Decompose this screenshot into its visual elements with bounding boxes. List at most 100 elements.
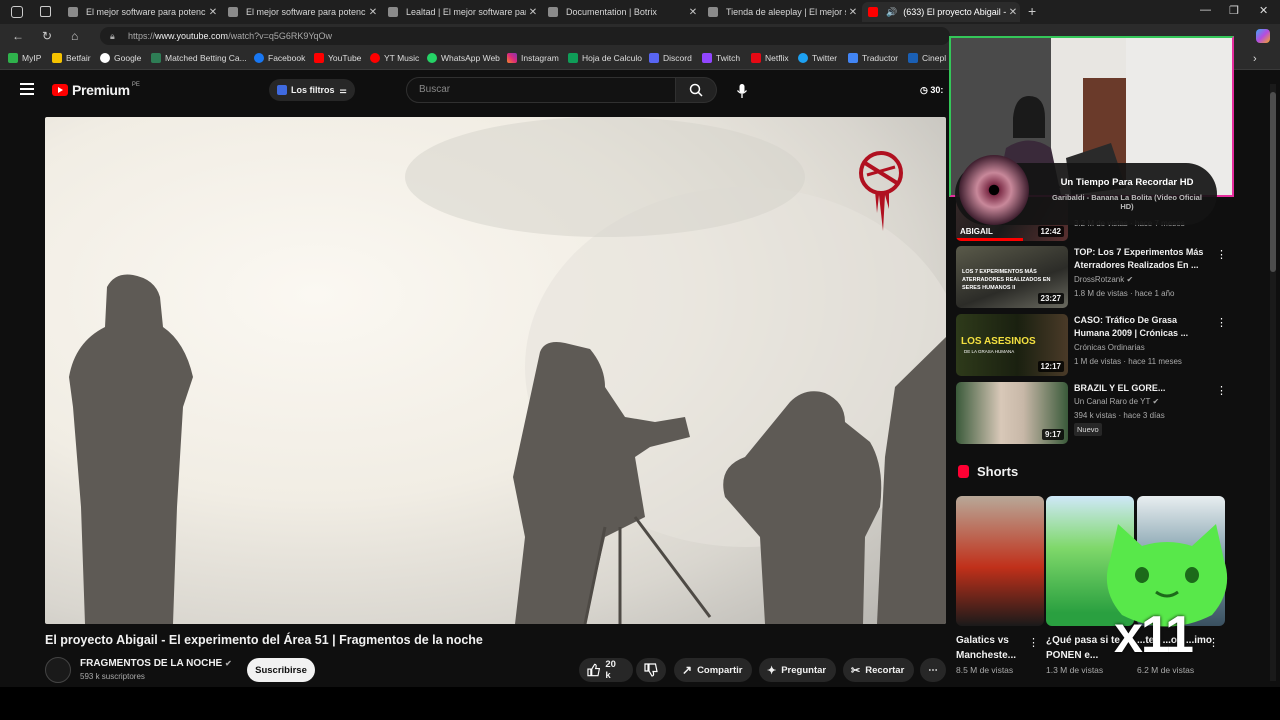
- bookmark-myip[interactable]: MyIP: [8, 53, 41, 63]
- bookmark-youtube[interactable]: YouTube: [314, 53, 361, 63]
- voice-search-button[interactable]: [730, 79, 754, 103]
- channel-name[interactable]: FRAGMENTOS DE LA NOCHE ✔: [80, 658, 232, 669]
- channel-avatar[interactable]: [45, 657, 71, 683]
- close-tab-icon[interactable]: ✕: [846, 7, 860, 18]
- more-options-icon[interactable]: ⋮: [1216, 384, 1227, 397]
- youtube-premium-logo[interactable]: Premium PE: [52, 82, 140, 98]
- video-player[interactable]: [45, 117, 946, 624]
- browser-tab[interactable]: Documentation | Botrix ✕: [542, 2, 700, 22]
- scrollbar-thumb[interactable]: [1270, 92, 1276, 272]
- browser-tab[interactable]: El mejor software para potenciar ✕: [222, 2, 380, 22]
- short-views: 8.5 M de vistas: [956, 665, 1014, 675]
- maximize-icon[interactable]: ❐: [1229, 4, 1239, 17]
- address-bar[interactable]: 🔒︎ https://www.youtube.com/watch?v=q5G6R…: [100, 27, 950, 45]
- home-icon[interactable]: ⌂: [71, 29, 78, 43]
- bookmark-whatsapp[interactable]: WhatsApp Web: [427, 53, 500, 63]
- list-item[interactable]: LOS 7 EXPERIMENTOS MÁS ATERRADORES REALI…: [956, 246, 1256, 308]
- like-button[interactable]: 20 k: [579, 658, 633, 682]
- list-item[interactable]: LOS ASESINOS DE LA GRASA HUMANA 12:17 CA…: [956, 314, 1256, 376]
- bookmarks-overflow-icon[interactable]: ›: [1253, 53, 1257, 65]
- more-horizontal-icon: ⋯: [928, 664, 938, 676]
- bookmark-netflix[interactable]: Netflix: [751, 53, 789, 63]
- tab-favicon-icon: [548, 7, 558, 17]
- bookmark-cineplanet[interactable]: Cinepl: [908, 53, 946, 63]
- browser-tab-strip: El mejor software para potenciar ✕ El mej…: [0, 0, 1280, 24]
- close-tab-icon[interactable]: ✕: [366, 7, 380, 18]
- list-item[interactable]: 9:17 BRAZIL Y EL GORE... Un Canal Raro d…: [956, 382, 1256, 444]
- ask-button[interactable]: ✦ Preguntar: [759, 658, 837, 682]
- more-actions-button[interactable]: ⋯: [920, 658, 946, 682]
- video-thumbnail: 9:17: [956, 382, 1068, 444]
- progress-bar: [956, 238, 1024, 241]
- speaker-icon[interactable]: 🔊: [886, 7, 897, 18]
- site-info-icon[interactable]: 🔒︎: [110, 27, 115, 45]
- video-title: El proyecto Abigail - El experimento del…: [45, 633, 483, 647]
- minimize-icon[interactable]: —: [1200, 4, 1211, 16]
- bookmark-matched-betting[interactable]: Matched Betting Ca...: [151, 53, 247, 63]
- bookmark-traductor[interactable]: Traductor: [848, 53, 898, 63]
- more-options-icon[interactable]: ⋮: [1216, 248, 1227, 261]
- bookmark-twitter[interactable]: Twitter: [798, 53, 837, 63]
- close-tab-icon[interactable]: ✕: [206, 7, 220, 18]
- instagram-icon: [507, 53, 517, 63]
- back-icon[interactable]: ←: [12, 29, 24, 43]
- whatsapp-icon: [427, 53, 437, 63]
- bookmark-facebook[interactable]: Facebook: [254, 53, 305, 63]
- shorts-heading: Shorts: [958, 464, 1018, 479]
- youtube-icon: [314, 53, 324, 63]
- share-button[interactable]: ↗ Compartir: [674, 658, 753, 682]
- page-scrollbar[interactable]: [1270, 84, 1276, 681]
- more-options-icon[interactable]: ⋮: [1028, 636, 1039, 649]
- bookmark-instagram[interactable]: Instagram: [507, 53, 559, 63]
- matched-betting-icon: [151, 53, 161, 63]
- short-thumbnail[interactable]: [956, 496, 1044, 626]
- reload-icon[interactable]: ↻: [42, 29, 52, 43]
- twitch-icon: [702, 53, 712, 63]
- facebook-icon: [254, 53, 264, 63]
- bookmark-betfair[interactable]: Betfair: [52, 53, 91, 63]
- discord-icon: [649, 53, 659, 63]
- taskbar-area: [0, 687, 1280, 720]
- subscribe-button[interactable]: Suscribirse: [247, 658, 315, 682]
- bookmark-twitch[interactable]: Twitch: [702, 53, 740, 63]
- youtube-masthead: Premium PE Los filtros ⚌ Buscar ◷ 30:: [0, 71, 946, 111]
- close-tab-icon[interactable]: ✕: [686, 7, 700, 18]
- filter-app-icon: [277, 85, 287, 95]
- hamburger-menu-icon[interactable]: [20, 83, 34, 95]
- tab-favicon-icon: [228, 7, 238, 17]
- close-window-icon[interactable]: ✕: [1259, 4, 1268, 17]
- new-tab-button[interactable]: +: [1028, 3, 1036, 19]
- now-playing-widget: Un Tiempo Para Recordar HD Garibaldi - B…: [955, 155, 1217, 225]
- bookmark-yt-music[interactable]: YT Music: [370, 53, 419, 63]
- clip-button[interactable]: ✂ Recortar: [843, 658, 915, 682]
- video-thumbnail: LOS ASESINOS DE LA GRASA HUMANA 12:17: [956, 314, 1068, 376]
- bookmark-discord[interactable]: Discord: [649, 53, 692, 63]
- copilot-icon[interactable]: [1256, 29, 1270, 43]
- more-options-icon[interactable]: ⋮: [1216, 316, 1227, 329]
- scissors-icon: ✂: [851, 664, 861, 677]
- tab-actions-icon[interactable]: [40, 6, 51, 17]
- search-button[interactable]: [676, 77, 717, 103]
- short-title[interactable]: Galatics vs Mancheste...: [956, 633, 1034, 663]
- browser-tab[interactable]: El mejor software para potenciar ✕: [62, 2, 220, 22]
- browser-tab-active[interactable]: 🔊 (633) El proyecto Abigail - El ✕: [862, 2, 1020, 22]
- vinyl-disc-icon: [959, 155, 1029, 225]
- timer-readout: ◷ 30:: [920, 85, 944, 95]
- verified-icon: ✔: [1152, 397, 1160, 406]
- bookmark-google[interactable]: Google: [100, 53, 141, 63]
- microphone-icon: [736, 84, 748, 98]
- share-icon: ↗: [682, 663, 693, 677]
- browser-tab[interactable]: Tienda de aleeplay | El mejor softw✕: [702, 2, 860, 22]
- browser-tab[interactable]: Lealtad | El mejor software para p✕: [382, 2, 540, 22]
- close-tab-icon[interactable]: ✕: [526, 7, 540, 18]
- dislike-button[interactable]: [636, 658, 666, 682]
- sheets-icon: [568, 53, 578, 63]
- subscriber-count: 593 k suscriptores: [80, 672, 145, 681]
- close-tab-icon[interactable]: ✕: [1006, 7, 1020, 18]
- filters-button[interactable]: Los filtros ⚌: [269, 79, 355, 101]
- verified-icon: ✔: [225, 659, 232, 668]
- cat-overlay: x11: [1100, 520, 1235, 670]
- bookmark-hoja-calculo[interactable]: Hoja de Calculo: [568, 53, 642, 63]
- browser-menu-icon[interactable]: [11, 6, 23, 18]
- search-input[interactable]: Buscar: [406, 77, 676, 103]
